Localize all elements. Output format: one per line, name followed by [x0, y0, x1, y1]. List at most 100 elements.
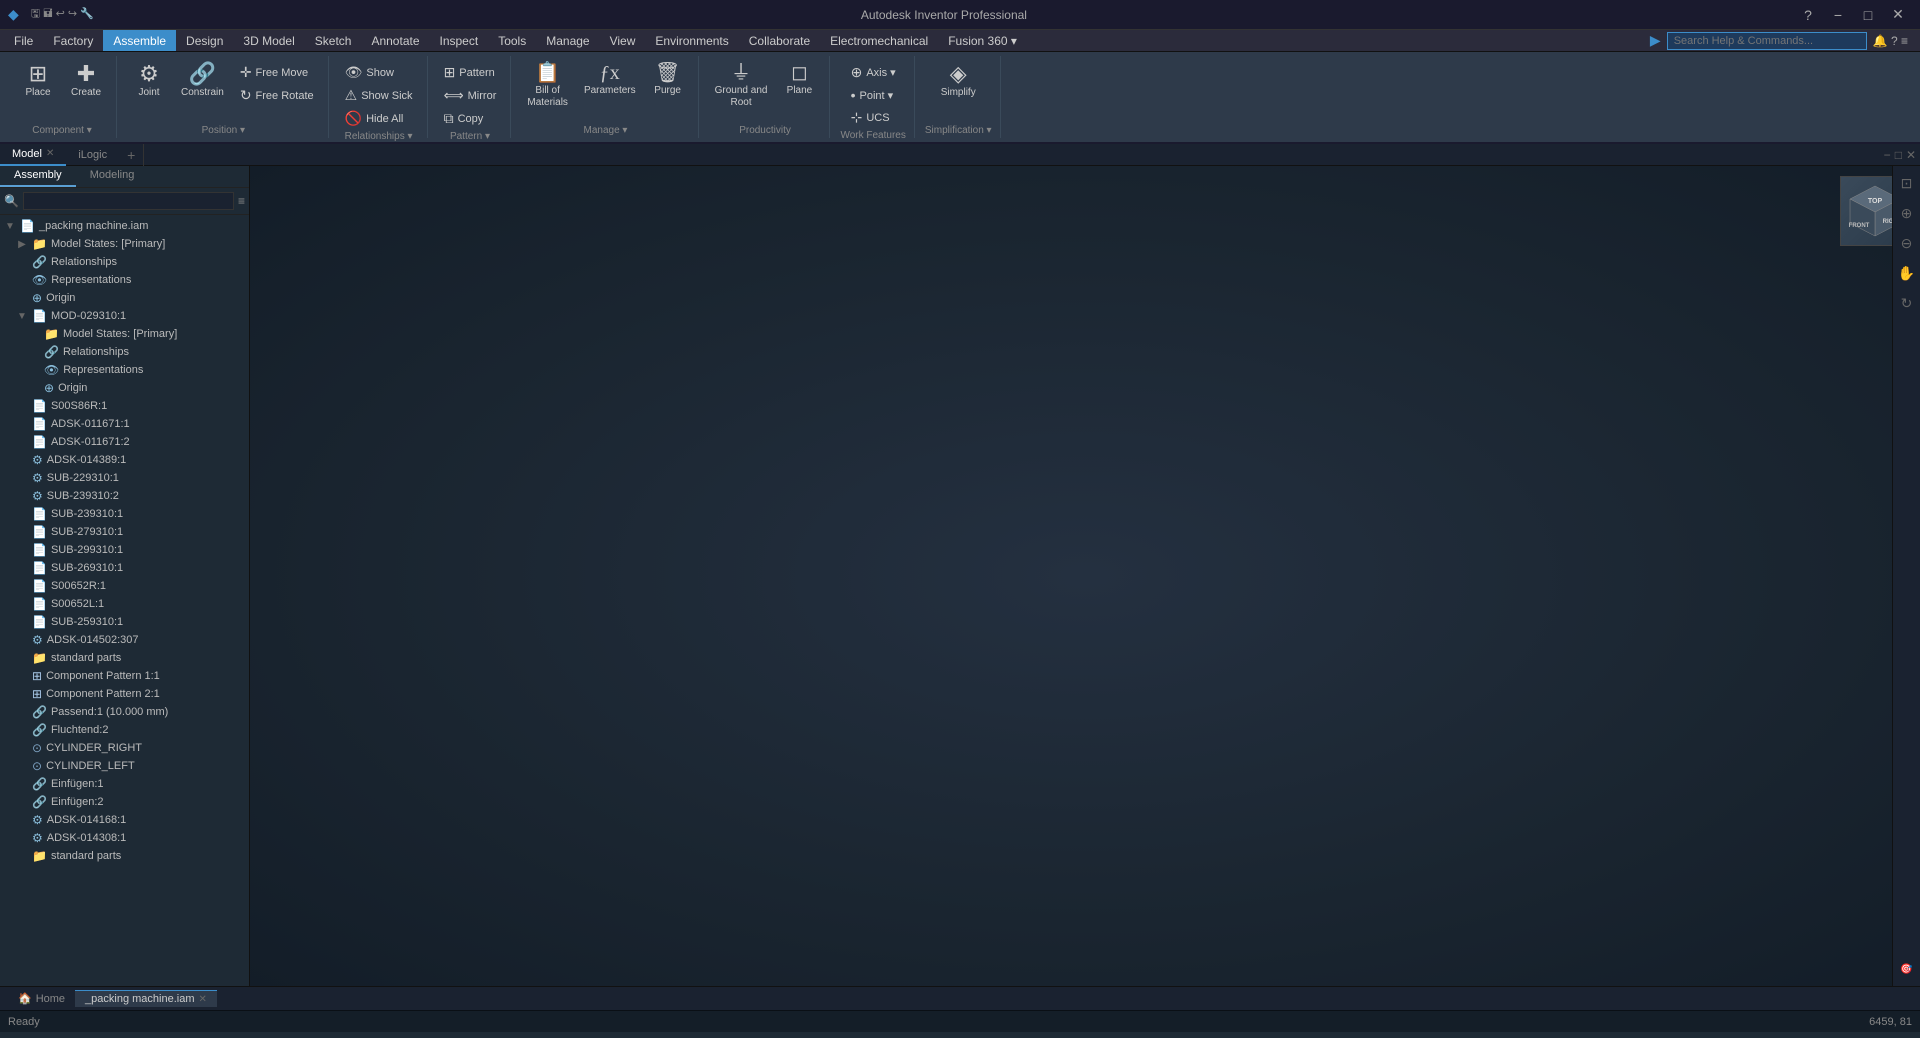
tree-item-origin-2[interactable]: ⊕ Origin — [0, 379, 249, 397]
mirror-button[interactable]: ⟺ Mirror — [438, 85, 503, 106]
help-search-input[interactable] — [1667, 32, 1867, 50]
menu-environments[interactable]: Environments — [645, 30, 738, 51]
ucs-button[interactable]: ⊹ UCS — [845, 107, 902, 128]
close-packing-tab[interactable]: ✕ — [199, 994, 207, 1005]
tree-item-s00652r[interactable]: 📄 S00652R:1 — [0, 577, 249, 595]
tab-packing-machine[interactable]: _packing machine.iam ✕ — [75, 990, 217, 1007]
parameters-button[interactable]: ƒx Parameters — [578, 60, 642, 100]
tree-item-s00s86r[interactable]: 📄 S00S86R:1 — [0, 397, 249, 415]
menu-manage[interactable]: Manage — [536, 30, 599, 51]
pattern-group-label[interactable]: Pattern ▾ — [450, 131, 490, 144]
tree-item-adsk014168[interactable]: ⚙ ADSK-014168:1 — [0, 811, 249, 829]
tree-item-einfugen-1[interactable]: 🔗 Einfügen:1 — [0, 775, 249, 793]
tree-item-einfugen-2[interactable]: 🔗 Einfügen:2 — [0, 793, 249, 811]
tree-item-sub239310-2[interactable]: ⚙ SUB-239310:2 — [0, 487, 249, 505]
tree-item-origin[interactable]: ⊕ Origin — [0, 289, 249, 307]
bom-button[interactable]: 📋 Bill ofMaterials — [521, 60, 574, 112]
tree-item-comp-pattern-2[interactable]: ⊞ Component Pattern 2:1 — [0, 685, 249, 703]
tree-item-adsk011671-1[interactable]: 📄 ADSK-011671:1 — [0, 415, 249, 433]
plane-button[interactable]: ◻ Plane — [777, 60, 821, 100]
zoom-fit-btn[interactable]: ⊡ — [1894, 170, 1920, 196]
tree-item-s00652l[interactable]: 📄 S00652L:1 — [0, 595, 249, 613]
close-btn[interactable]: ✕ — [1884, 1, 1912, 29]
free-rotate-button[interactable]: ↻ Free Rotate — [234, 85, 320, 106]
tree-item-passend[interactable]: 🔗 Passend:1 (10.000 mm) — [0, 703, 249, 721]
tree-item-sub229310-1[interactable]: ⚙ SUB-229310:1 — [0, 469, 249, 487]
tree-item-mod029310[interactable]: 📄 MOD-029310:1 — [0, 307, 249, 325]
add-tab-btn[interactable]: + — [119, 143, 143, 167]
panel-close-btn[interactable]: ✕ — [1906, 148, 1916, 162]
tree-item-adsk014389[interactable]: ⚙ ADSK-014389:1 — [0, 451, 249, 469]
menu-view[interactable]: View — [600, 30, 646, 51]
tree-item-adsk011671-2[interactable]: 📄 ADSK-011671:2 — [0, 433, 249, 451]
expand-root[interactable] — [4, 221, 16, 232]
tree-item-sub239310-1[interactable]: 📄 SUB-239310:1 — [0, 505, 249, 523]
zoom-in-btn[interactable]: ⊕ — [1894, 200, 1920, 226]
expand-model-states[interactable] — [16, 239, 28, 250]
tree-item-std-parts-1[interactable]: 📁 standard parts — [0, 649, 249, 667]
create-button[interactable]: ✚ Create — [64, 60, 108, 102]
simplify-button[interactable]: ◈ Simplify — [935, 60, 982, 102]
sub-tab-modeling[interactable]: Modeling — [76, 166, 149, 187]
pattern-button[interactable]: ⊞ Pattern — [438, 62, 503, 83]
maximize-btn[interactable]: □ — [1854, 1, 1882, 29]
hide-all-button[interactable]: 🚫 Hide All — [339, 108, 419, 129]
menu-collaborate[interactable]: Collaborate — [739, 30, 820, 51]
tree-item-relationships[interactable]: 🔗 Relationships — [0, 253, 249, 271]
tree-item-relationships-2[interactable]: 🔗 Relationships — [0, 343, 249, 361]
tree-item-adsk014502[interactable]: ⚙ ADSK-014502:307 — [0, 631, 249, 649]
place-button[interactable]: ⊞ Place — [16, 60, 60, 102]
tree-search-input[interactable] — [23, 192, 234, 210]
show-sick-button[interactable]: ⚠ Show Sick — [339, 85, 419, 106]
tree-item-representations[interactable]: 👁 Representations — [0, 271, 249, 289]
tree-item-cyl-right[interactable]: ⊙ CYLINDER_RIGHT — [0, 739, 249, 757]
relationships-group-label[interactable]: Relationships ▾ — [345, 131, 413, 144]
position-group-label[interactable]: Position ▾ — [202, 125, 245, 138]
menu-fusion[interactable]: Fusion 360 ▾ — [938, 30, 1027, 51]
show-button[interactable]: 👁 Show — [339, 62, 419, 83]
axis-button[interactable]: ⊕ Axis ▾ — [845, 62, 902, 83]
tree-item-sub299310[interactable]: 📄 SUB-299310:1 — [0, 541, 249, 559]
ground-root-button[interactable]: ⏚ Ground andRoot — [709, 60, 774, 112]
component-group-label[interactable]: Component ▾ — [32, 125, 92, 138]
menu-electromech[interactable]: Electromechanical — [820, 30, 938, 51]
tree-item-model-states[interactable]: 📁 Model States: [Primary] — [0, 235, 249, 253]
tree-item-fluchtend[interactable]: 🔗 Fluchtend:2 — [0, 721, 249, 739]
help-btn[interactable]: ? — [1794, 1, 1822, 29]
tree-item-representations-2[interactable]: 👁 Representations — [0, 361, 249, 379]
menu-factory[interactable]: Factory — [43, 30, 103, 51]
free-move-button[interactable]: ✛ Free Move — [234, 62, 320, 83]
look-at-btn[interactable]: 🎯 — [1894, 956, 1920, 982]
menu-assemble[interactable]: Assemble — [103, 30, 176, 51]
menu-inspect[interactable]: Inspect — [430, 30, 489, 51]
menu-tools[interactable]: Tools — [488, 30, 536, 51]
manage-group-label[interactable]: Manage ▾ — [584, 125, 628, 138]
tree-item-comp-pattern-1[interactable]: ⊞ Component Pattern 1:1 — [0, 667, 249, 685]
pan-btn[interactable]: ✋ — [1894, 260, 1920, 286]
tree-item-cyl-left[interactable]: ⊙ CYLINDER_LEFT — [0, 757, 249, 775]
panel-minimize-btn[interactable]: − — [1884, 148, 1891, 162]
minimize-btn[interactable]: − — [1824, 1, 1852, 29]
constrain-button[interactable]: 🔗 Constrain — [175, 60, 230, 102]
tree-item-root[interactable]: 📄 _packing machine.iam — [0, 217, 249, 235]
orbit-btn[interactable]: ↻ — [1894, 290, 1920, 316]
copy-button[interactable]: ⧉ Copy — [438, 108, 503, 129]
sub-tab-assembly[interactable]: Assembly — [0, 166, 76, 187]
tree-item-model-states-2[interactable]: 📁 Model States: [Primary] — [0, 325, 249, 343]
viewport[interactable]: X Y TOP RIGHT FRONT ⊡ ⊕ ⊖ ✋ ↻ — [250, 166, 1920, 986]
tab-home[interactable]: 🏠 Home — [8, 990, 75, 1007]
point-button[interactable]: • Point ▾ — [845, 85, 902, 105]
tree-menu-icon[interactable]: ≡ — [238, 194, 245, 208]
tab-ilogic[interactable]: iLogic — [66, 145, 119, 165]
zoom-out-btn[interactable]: ⊖ — [1894, 230, 1920, 256]
tree-item-adsk014308[interactable]: ⚙ ADSK-014308:1 — [0, 829, 249, 847]
menu-file[interactable]: File — [4, 30, 43, 51]
purge-button[interactable]: 🗑 Purge — [646, 60, 690, 100]
menu-sketch[interactable]: Sketch — [305, 30, 362, 51]
simplification-group-label[interactable]: Simplification ▾ — [925, 125, 992, 138]
menu-3dmodel[interactable]: 3D Model — [233, 30, 304, 51]
panel-maximize-btn[interactable]: □ — [1895, 148, 1902, 162]
tab-model[interactable]: Model ✕ — [0, 144, 66, 166]
joint-button[interactable]: ⚙ Joint — [127, 60, 171, 102]
tree-item-sub279310[interactable]: 📄 SUB-279310:1 — [0, 523, 249, 541]
